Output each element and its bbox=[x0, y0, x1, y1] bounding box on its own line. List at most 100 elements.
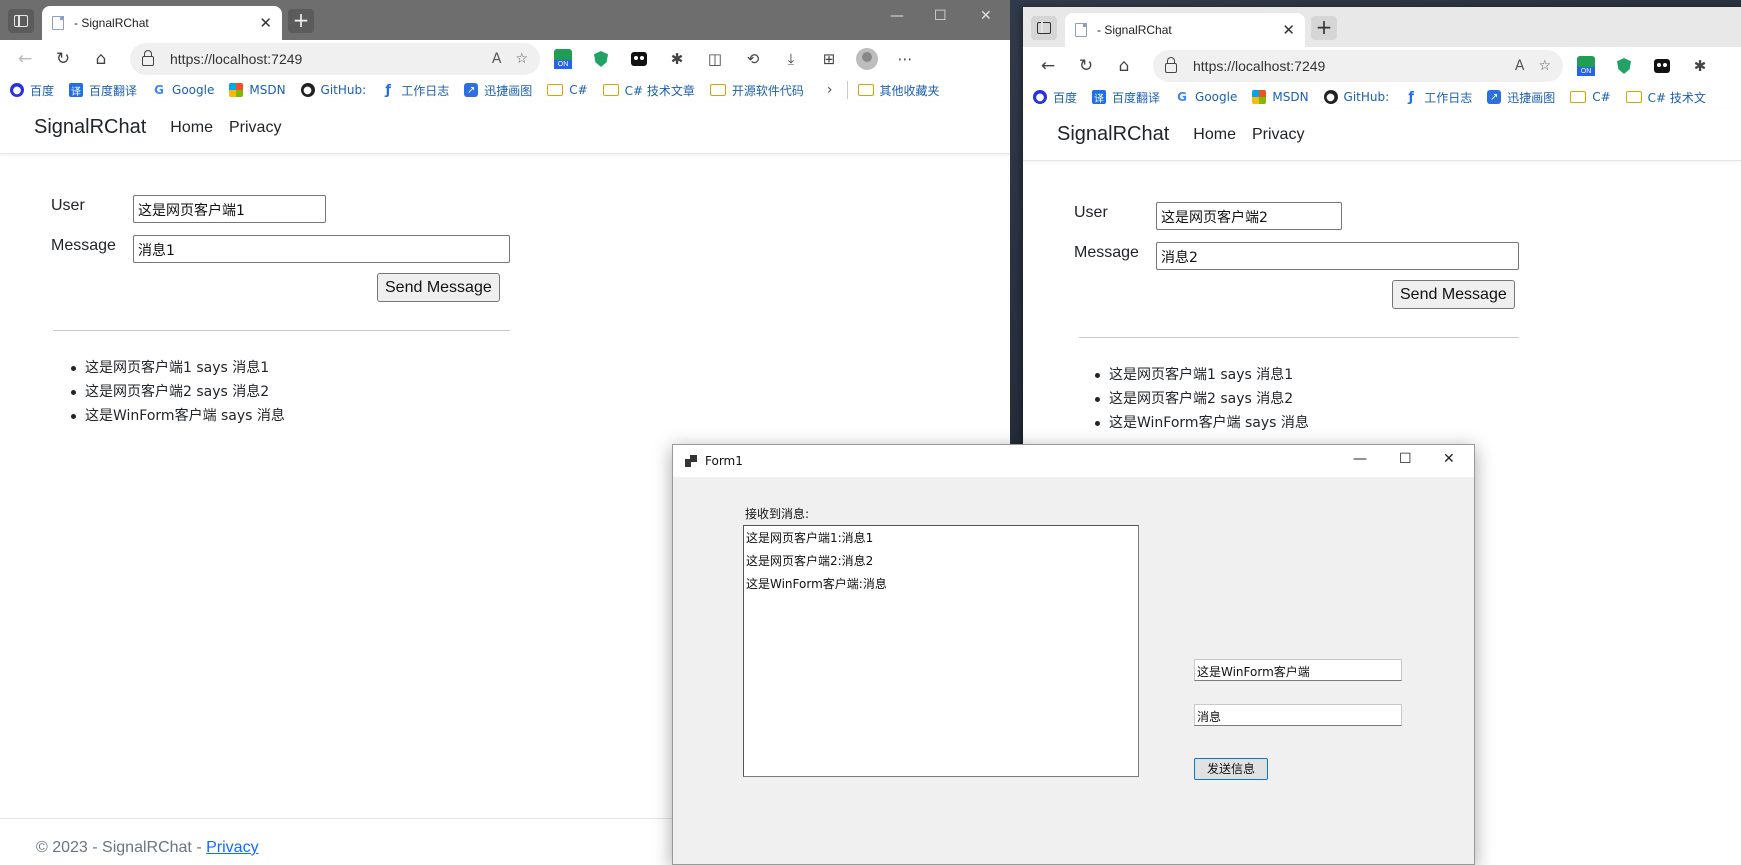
xunjie-icon: ↗ bbox=[464, 83, 479, 97]
home-icon[interactable]: ⌂ bbox=[86, 44, 116, 74]
favorite-star-icon[interactable]: ☆ bbox=[1538, 58, 1551, 74]
read-aloud-icon[interactable]: A bbox=[492, 51, 502, 67]
list-item[interactable]: 这是网页客户端1:消息1 bbox=[746, 530, 1136, 553]
fav-folder[interactable]: C# 技术文章 bbox=[602, 82, 695, 99]
extensions-puzzle-icon[interactable]: ✱ bbox=[1685, 51, 1715, 81]
nav-home-link[interactable]: Home bbox=[170, 119, 213, 137]
new-tab-button[interactable]: + bbox=[288, 9, 314, 33]
folder-icon bbox=[1625, 91, 1642, 103]
message-textbox[interactable]: 消息 bbox=[1194, 704, 1402, 726]
downloads-icon[interactable]: ⤓ bbox=[776, 44, 806, 74]
messages-list: 这是网页客户端1 says 消息1 这是网页客户端2 says 消息2 这是Wi… bbox=[1079, 363, 1309, 435]
brand-link[interactable]: SignalRChat bbox=[1057, 123, 1169, 146]
back-icon[interactable]: ← bbox=[1033, 51, 1063, 81]
favorite-star-icon[interactable]: ☆ bbox=[515, 51, 528, 67]
fav-folder[interactable]: 开源软件代码 bbox=[709, 82, 804, 99]
fav-folder[interactable]: C# bbox=[1570, 90, 1611, 104]
list-item: 这是WinForm客户端 says 消息 bbox=[55, 404, 285, 428]
extension-shield-icon[interactable] bbox=[586, 44, 616, 74]
divider bbox=[1079, 337, 1519, 338]
minimize-icon[interactable]: — bbox=[1353, 451, 1367, 467]
home-icon[interactable]: ⌂ bbox=[1109, 51, 1139, 81]
url-text[interactable]: https://localhost:7249 bbox=[170, 51, 478, 67]
fav-item[interactable]: ↗ 迅捷画图 bbox=[464, 82, 532, 99]
fav-folder[interactable]: C# 技术文 bbox=[1625, 89, 1706, 106]
extension-shield-icon[interactable] bbox=[1609, 51, 1639, 81]
lock-icon[interactable] bbox=[1165, 57, 1177, 73]
omnibox[interactable]: https://localhost:7249 A ☆ bbox=[130, 43, 540, 75]
url-text[interactable]: https://localhost:7249 bbox=[1193, 58, 1501, 74]
send-info-button[interactable]: 发送信息 bbox=[1194, 758, 1268, 780]
extensions-puzzle-icon[interactable]: ✱ bbox=[662, 44, 692, 74]
fav-item[interactable]: G Google bbox=[152, 83, 214, 97]
collections-icon[interactable]: ⊞ bbox=[814, 44, 844, 74]
user-textbox[interactable]: 这是WinForm客户端 bbox=[1194, 659, 1402, 681]
fav-item[interactable]: 译百度翻译 bbox=[1092, 89, 1160, 106]
list-item: 这是网页客户端1 says 消息1 bbox=[1079, 363, 1309, 387]
read-aloud-icon[interactable]: A bbox=[1515, 58, 1525, 74]
tab-actions-button[interactable] bbox=[1031, 16, 1057, 40]
active-tab[interactable]: - SignalRChat ✕ bbox=[1065, 13, 1305, 47]
fav-item[interactable]: MSDN bbox=[1252, 90, 1309, 104]
list-item[interactable]: 这是网页客户端2:消息2 bbox=[746, 553, 1136, 576]
omnibox[interactable]: https://localhost:7249 A ☆ bbox=[1153, 50, 1563, 82]
fav-item[interactable]: ƒ 工作日志 bbox=[381, 82, 449, 99]
fav-item[interactable]: ƒ 工作日志 bbox=[1404, 89, 1472, 106]
received-messages-listbox[interactable]: 这是网页客户端1:消息1 这是网页客户端2:消息2 这是WinForm客户端:消… bbox=[743, 525, 1139, 777]
fav-folder-other[interactable]: 其他收藏夹 bbox=[857, 82, 940, 99]
user-label: User bbox=[1074, 204, 1108, 221]
send-message-button[interactable]: Send Message bbox=[377, 273, 500, 302]
chevron-right-icon[interactable]: › bbox=[827, 82, 833, 98]
site-navbar: SignalRChat Home Privacy bbox=[0, 102, 1010, 154]
fav-item[interactable]: ● 百度 bbox=[10, 82, 54, 99]
list-item[interactable]: 这是WinForm客户端:消息 bbox=[746, 576, 1136, 599]
maximize-icon[interactable]: ☐ bbox=[1399, 451, 1412, 467]
fav-item[interactable]: G Google bbox=[1175, 90, 1237, 104]
nav-privacy-link[interactable]: Privacy bbox=[1252, 126, 1304, 144]
fav-item[interactable]: ● GitHub: bbox=[1323, 90, 1389, 104]
fav-folder[interactable]: C# bbox=[547, 83, 588, 97]
tab-actions-button[interactable] bbox=[8, 9, 34, 33]
extension-on-icon[interactable] bbox=[1571, 51, 1601, 81]
extension-on-icon[interactable] bbox=[548, 44, 578, 74]
tab-close-icon[interactable]: ✕ bbox=[259, 14, 272, 32]
nav-privacy-link[interactable]: Privacy bbox=[229, 119, 281, 137]
fav-item[interactable]: ↗ 迅捷画图 bbox=[1487, 89, 1555, 106]
extension-mask-icon[interactable] bbox=[624, 44, 654, 74]
history-icon[interactable]: ⟲ bbox=[738, 44, 768, 74]
lock-icon[interactable] bbox=[142, 50, 154, 66]
brand-link[interactable]: SignalRChat bbox=[34, 116, 146, 139]
user-input[interactable]: 这是网页客户端1 bbox=[133, 195, 326, 223]
active-tab[interactable]: - SignalRChat ✕ bbox=[42, 6, 282, 40]
nav-home-link[interactable]: Home bbox=[1193, 126, 1236, 144]
list-item: 这是WinForm客户端 says 消息 bbox=[1079, 411, 1309, 435]
close-icon[interactable]: ✕ bbox=[1443, 451, 1455, 467]
new-tab-button[interactable]: + bbox=[1311, 16, 1337, 40]
extension-mask-icon[interactable] bbox=[1647, 51, 1677, 81]
fav-item[interactable]: 译百度翻译 bbox=[69, 82, 137, 99]
profile-avatar[interactable] bbox=[852, 44, 882, 74]
message-input[interactable]: 消息2 bbox=[1156, 242, 1519, 270]
github-icon: ● bbox=[300, 83, 315, 97]
minimize-icon[interactable]: — bbox=[890, 8, 904, 24]
winform-titlebar[interactable]: Form1 — ☐ ✕ bbox=[673, 445, 1474, 477]
fav-item[interactable]: ● GitHub: bbox=[300, 83, 366, 97]
user-input[interactable]: 这是网页客户端2 bbox=[1156, 202, 1342, 230]
split-screen-icon[interactable]: ◫ bbox=[700, 44, 730, 74]
send-message-button[interactable]: Send Message bbox=[1392, 280, 1515, 309]
back-icon[interactable]: ← bbox=[10, 44, 40, 74]
tab-close-icon[interactable]: ✕ bbox=[1282, 21, 1295, 39]
maximize-icon[interactable]: ☐ bbox=[934, 8, 947, 24]
address-bar-row: ← ↻ ⌂ https://localhost:7249 A ☆ ✱ bbox=[1023, 47, 1741, 85]
footer-privacy-link[interactable]: Privacy bbox=[206, 839, 258, 856]
refresh-icon[interactable]: ↻ bbox=[48, 44, 78, 74]
close-window-icon[interactable]: ✕ bbox=[980, 8, 992, 24]
baidu-icon: ● bbox=[10, 83, 24, 97]
tab-actions-icon bbox=[14, 15, 28, 27]
fav-item[interactable]: MSDN bbox=[229, 83, 286, 97]
more-menu-icon[interactable]: ⋯ bbox=[890, 44, 920, 74]
fav-item[interactable]: ● 百度 bbox=[1033, 89, 1077, 106]
worklog-icon: ƒ bbox=[1404, 90, 1419, 105]
message-input[interactable]: 消息1 bbox=[133, 235, 510, 263]
refresh-icon[interactable]: ↻ bbox=[1071, 51, 1101, 81]
